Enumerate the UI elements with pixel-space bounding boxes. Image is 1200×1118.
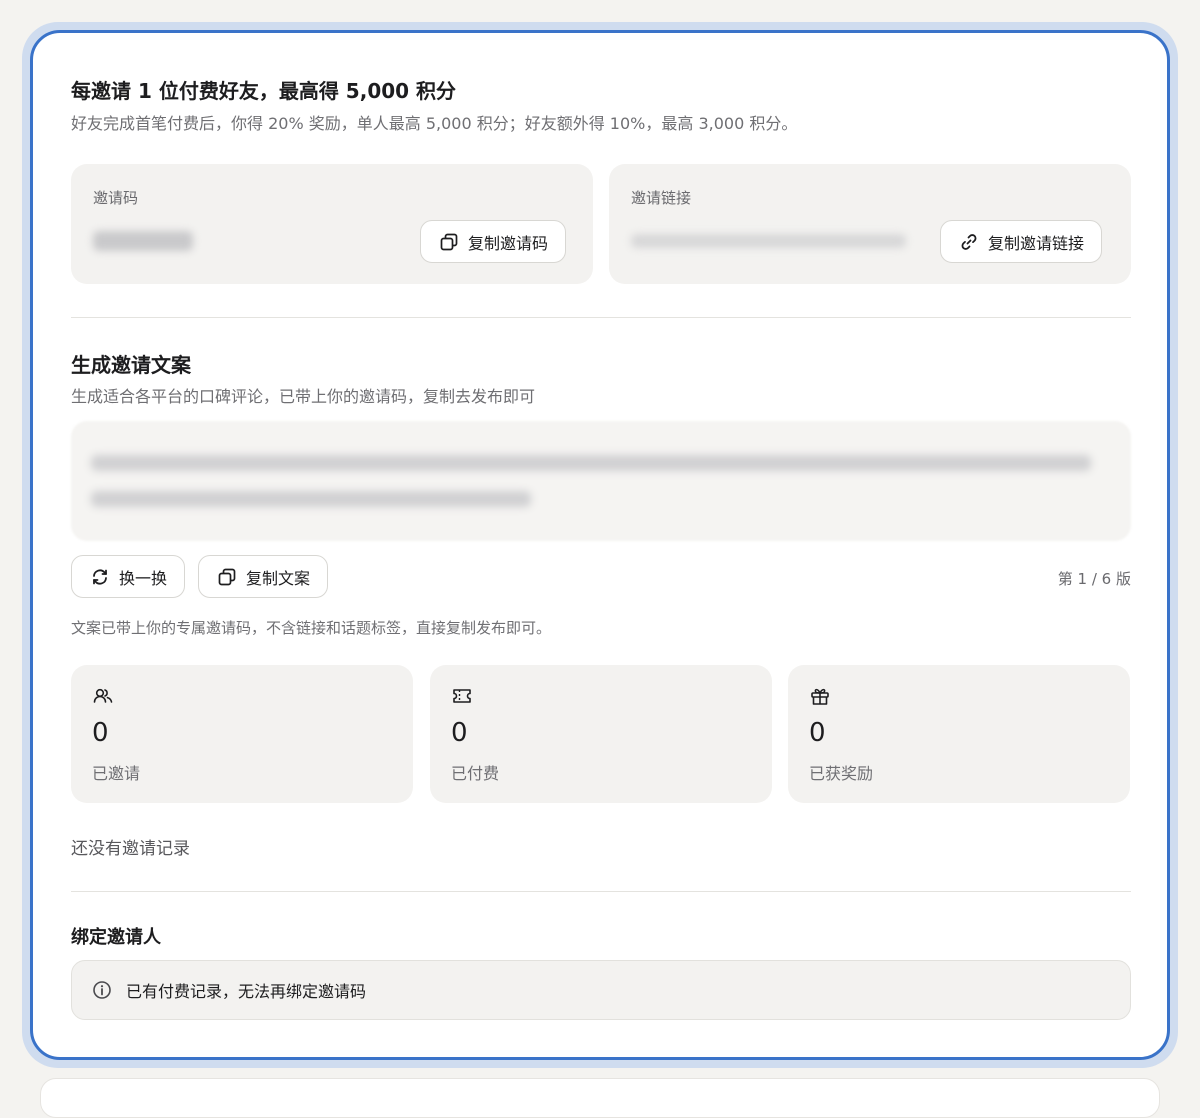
stat-card-rewarded: 0 已获奖励: [788, 665, 1130, 803]
stat-value: 0: [92, 718, 109, 748]
copywriting-description: 生成适合各平台的口碑评论，已带上你的邀请码，复制去发布即可: [71, 387, 536, 406]
invite-code-label: 邀请码: [93, 189, 139, 207]
invite-link-value-redacted: [631, 234, 906, 248]
copy-invite-link-button[interactable]: 复制邀请链接: [940, 220, 1103, 263]
bind-notice-text: 已有付费记录，无法再绑定邀请码: [126, 982, 367, 1001]
ticket-icon: [453, 689, 471, 703]
copy-icon: [218, 568, 236, 585]
version-indicator: 第 1 / 6 版: [1057, 570, 1131, 588]
stat-value: 0: [451, 718, 468, 748]
stat-label: 已付费: [451, 764, 500, 783]
stat-label: 已获奖励: [809, 764, 874, 783]
invite-card: 每邀请 1 位付费好友，最高得 5,000 积分 好友完成首笔付费后，你得 20…: [30, 30, 1170, 1060]
bind-notice: 已有付费记录，无法再绑定邀请码: [71, 960, 1131, 1020]
copywriting-title: 生成邀请文案: [71, 353, 191, 377]
invite-code-panel: 邀请码 复制邀请码: [71, 164, 593, 284]
invite-code-value-redacted: [93, 231, 193, 251]
divider: [71, 317, 1131, 318]
copy-copywriting-button[interactable]: 复制文案: [198, 555, 329, 598]
invite-link-panel: 邀请链接 复制邀请链接: [609, 164, 1131, 284]
page-subtitle: 好友完成首笔付费后，你得 20% 奖励，单人最高 5,000 积分；好友额外得 …: [71, 114, 798, 133]
stat-card-paid: 0 已付费: [430, 665, 772, 803]
copy-invite-code-button[interactable]: 复制邀请码: [420, 220, 567, 263]
shuffle-button[interactable]: 换一换: [71, 555, 186, 598]
gift-icon: [811, 688, 829, 705]
bind-inviter-title: 绑定邀请人: [71, 927, 161, 948]
divider: [71, 891, 1131, 892]
copywriting-text-redacted: [91, 491, 531, 507]
copy-invite-link-label: 复制邀请链接: [988, 233, 1085, 253]
stat-label: 已邀请: [92, 764, 141, 783]
copywriting-note: 文案已带上你的专属邀请码，不含链接和话题标签，直接复制发布即可。: [71, 619, 552, 637]
copy-copywriting-label: 复制文案: [246, 568, 311, 588]
copywriting-textbox[interactable]: [71, 421, 1131, 541]
copywriting-text-redacted: [91, 455, 1091, 471]
page-title: 每邀请 1 位付费好友，最高得 5,000 积分: [71, 79, 457, 103]
info-icon: [93, 981, 111, 999]
copy-icon: [440, 233, 458, 250]
invite-link-label: 邀请链接: [631, 189, 692, 207]
next-card: [40, 1078, 1160, 1118]
users-icon: [93, 688, 113, 703]
empty-records-text: 还没有邀请记录: [71, 839, 190, 859]
stat-value: 0: [809, 718, 826, 748]
shuffle-label: 换一换: [119, 568, 168, 588]
copy-invite-code-label: 复制邀请码: [468, 233, 549, 253]
stat-card-invited: 0 已邀请: [71, 665, 413, 803]
refresh-icon: [93, 569, 107, 584]
link-icon: [961, 233, 977, 250]
